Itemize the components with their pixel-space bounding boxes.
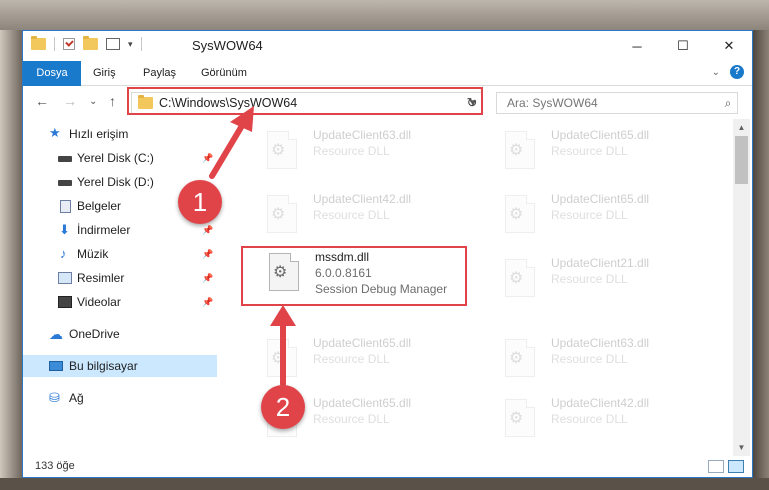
arrow-2-head bbox=[270, 305, 296, 326]
step-badge-2: 2 bbox=[261, 385, 305, 429]
annotation-arrows bbox=[209, 106, 296, 387]
arrow-1-shaft bbox=[209, 116, 249, 179]
step-badge-1: 1 bbox=[178, 180, 222, 224]
